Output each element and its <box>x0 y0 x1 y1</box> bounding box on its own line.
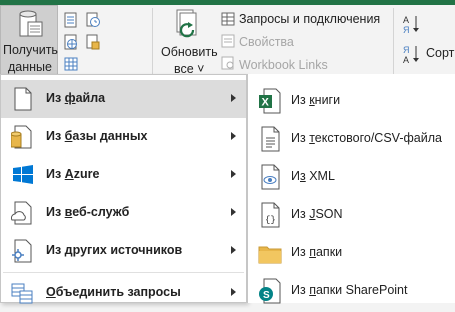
file-icon <box>14 87 32 111</box>
submenu-item-label: Из текстового/CSV-файла <box>291 131 442 145</box>
from-text-icon[interactable] <box>64 12 78 28</box>
queries-connections-button[interactable]: Запросы и подключения <box>239 12 380 26</box>
existing-connections-icon[interactable] <box>86 34 100 50</box>
folder-icon <box>258 246 282 264</box>
sharepoint-icon: S <box>259 278 281 304</box>
menu-item-from-azure[interactable]: Из Azure <box>1 156 246 194</box>
submenu-arrow-icon <box>231 132 236 140</box>
submenu-arrow-icon <box>231 246 236 254</box>
sort-az-icon[interactable]: АЯ <box>402 14 420 34</box>
get-data-menu: Из файла Из базы данных Из Azure Из веб-… <box>0 74 247 304</box>
refresh-all-button[interactable]: Обновить все ˅ <box>157 8 218 78</box>
svg-text:Я: Я <box>403 45 410 55</box>
submenu-item-from-xml[interactable]: Из XML <box>248 157 455 195</box>
refresh-icon <box>176 9 197 38</box>
svg-text:{}: {} <box>265 215 276 225</box>
cloud-icon <box>11 201 32 225</box>
submenu-item-from-json[interactable]: {} Из JSON <box>248 195 455 233</box>
properties-button[interactable]: Свойства <box>239 35 294 49</box>
svg-text:X: X <box>262 97 270 109</box>
windows-azure-icon <box>13 165 33 184</box>
from-web-icon[interactable] <box>64 34 78 50</box>
submenu-arrow-icon <box>231 288 236 296</box>
ribbon-separator <box>152 8 153 78</box>
other-sources-icon <box>12 239 32 263</box>
menu-item-from-other-sources[interactable]: Из других источников <box>1 232 246 270</box>
submenu-item-label: Из папки <box>291 245 343 259</box>
refresh-all-label-line1: Обновить <box>161 45 218 59</box>
excel-workbook-icon: X <box>259 88 281 114</box>
sort-button[interactable]: Сорти <box>426 46 455 60</box>
submenu-arrow-icon <box>231 94 236 102</box>
submenu-item-from-folder[interactable]: Из папки <box>248 233 455 271</box>
menu-item-label: Из файла <box>46 91 106 105</box>
submenu-item-label: Из книги <box>291 93 341 107</box>
workbook-links-button[interactable]: Workbook Links <box>239 58 328 72</box>
get-data-label-line1: Получить <box>3 43 58 57</box>
submenu-arrow-icon <box>231 170 236 178</box>
combine-queries-icon <box>11 283 33 304</box>
menu-item-label: Из Azure <box>46 167 100 181</box>
menu-item-from-file[interactable]: Из файла <box>1 80 246 118</box>
menu-item-label: Из базы данных <box>46 129 148 143</box>
submenu-item-label: Из папки SharePoint <box>291 283 408 297</box>
menu-item-combine-queries[interactable]: Объединить запросы <box>1 274 246 312</box>
submenu-item-label: Из JSON <box>291 207 343 221</box>
menu-separator <box>3 272 244 273</box>
svg-text:S: S <box>263 290 270 301</box>
database-icon <box>11 125 32 149</box>
submenu-item-from-workbook[interactable]: X Из книги <box>248 81 455 119</box>
json-file-icon: {} <box>261 202 280 228</box>
xml-file-icon <box>261 164 280 190</box>
submenu-item-label: Из XML <box>291 169 335 183</box>
database-icon <box>19 10 43 37</box>
menu-item-from-database[interactable]: Из базы данных <box>1 118 246 156</box>
menu-item-label: Из веб-служб <box>46 205 130 219</box>
svg-text:Я: Я <box>403 25 410 34</box>
workbook-links-icon <box>221 56 234 70</box>
properties-icon <box>221 34 235 48</box>
submenu-item-from-text-csv[interactable]: Из текстового/CSV-файла <box>248 119 455 157</box>
submenu-arrow-icon <box>231 208 236 216</box>
sort-za-icon[interactable]: ЯА <box>402 44 420 66</box>
svg-text:А: А <box>403 15 409 25</box>
submenu-item-from-sharepoint-folder[interactable]: S Из папки SharePoint <box>248 271 455 309</box>
text-file-icon <box>261 126 280 152</box>
from-file-submenu: X Из книги Из текстового/CSV-файла Из XM… <box>247 74 455 304</box>
ribbon-separator <box>393 8 394 78</box>
queries-connections-icon <box>221 12 235 26</box>
from-table-icon[interactable] <box>64 56 78 72</box>
get-data-button[interactable]: Получить данные ˅ <box>0 5 58 91</box>
menu-item-label: Объединить запросы <box>46 285 181 299</box>
svg-text:А: А <box>403 55 409 65</box>
menu-item-label: Из других источников <box>46 243 183 257</box>
menu-item-from-web-services[interactable]: Из веб-служб <box>1 194 246 232</box>
recent-sources-icon[interactable] <box>86 12 100 28</box>
